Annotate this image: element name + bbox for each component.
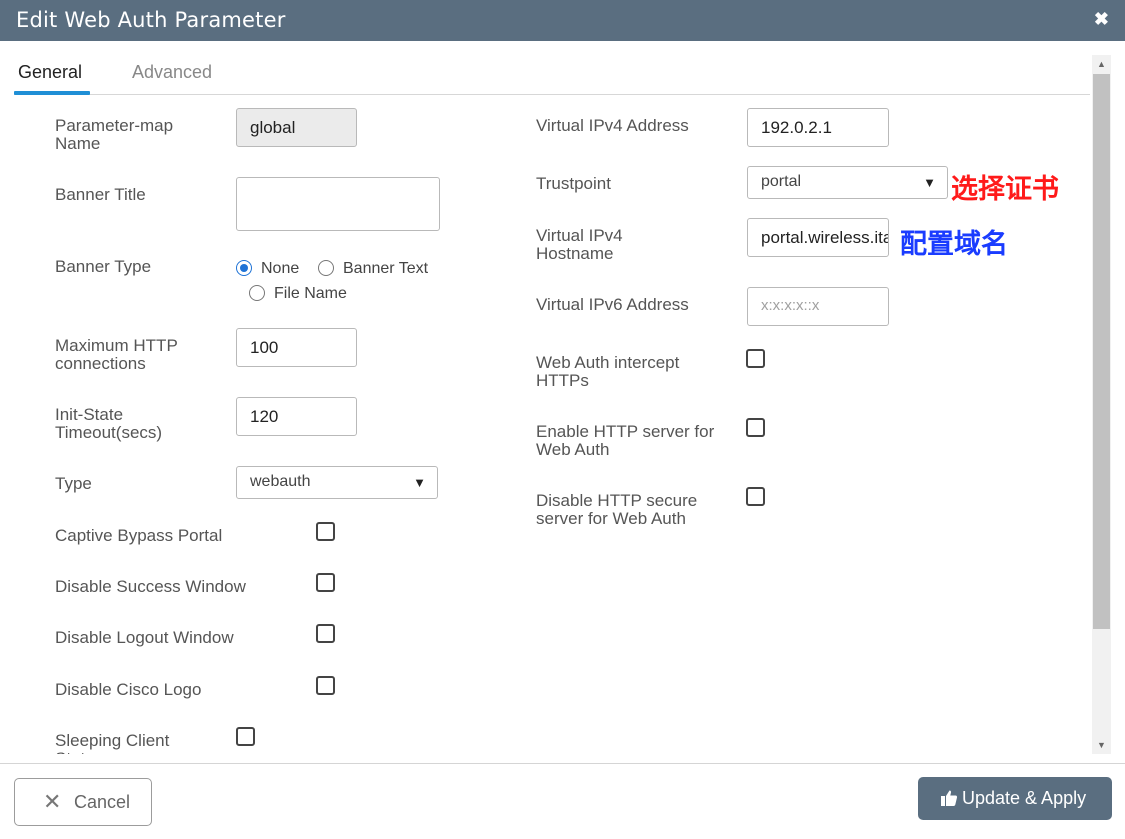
type-label: Type [55,474,92,493]
banner-type-text-label: Banner Text [343,260,429,277]
trustpoint-select-value: portal [761,173,802,190]
dialog-footer: ✕ Cancel Update & Apply [0,763,1125,839]
type-select[interactable]: webauth ▼ [236,466,438,499]
init-state-input[interactable]: 120 [236,397,357,436]
cancel-button[interactable]: ✕ Cancel [14,778,152,826]
virtual-ipv6-label: Virtual IPv6 Address [536,295,689,314]
banner-type-label: Banner Type [55,257,152,276]
banner-type-file-label: File Name [274,285,347,302]
sleeping-client-label-clip: Sleeping Client Status [55,732,215,754]
banner-title-input[interactable] [236,177,440,231]
disable-logout-checkbox[interactable] [316,624,335,643]
disable-logout-label: Disable Logout Window [55,628,234,647]
banner-type-none-label: None [261,260,300,277]
disable-success-label: Disable Success Window [55,577,246,596]
close-x-icon: ✕ [43,789,62,814]
virtual-ipv4-label: Virtual IPv4 Address [536,116,689,135]
banner-type-text-radio[interactable] [318,260,334,276]
vertical-scrollbar[interactable]: ▲ ▼ [1092,55,1111,754]
disable-cisco-logo-checkbox[interactable] [316,676,335,695]
intercept-https-checkbox[interactable] [746,349,765,368]
cancel-button-label: Cancel [74,792,131,812]
close-icon[interactable]: ✖ [1094,9,1109,30]
max-http-label: Maximum HTTP connections [55,336,178,373]
init-state-label: Init-State Timeout(secs) [55,405,163,442]
select-certificate-annotation: 选择证书 [951,174,1059,205]
thumbs-up-icon [941,790,958,806]
sleeping-client-checkbox[interactable] [236,727,255,746]
enable-http-checkbox[interactable] [746,418,765,437]
param-map-name-field: global [236,108,357,147]
scroll-up-icon[interactable]: ▲ [1092,55,1111,73]
banner-type-file-radio[interactable] [249,285,265,301]
disable-https-checkbox[interactable] [746,487,765,506]
dialog-title: Edit Web Auth Parameter [16,8,286,32]
disable-https-label: Disable HTTP secure server for Web Auth [536,491,698,528]
trustpoint-select[interactable]: portal ▼ [747,166,948,199]
virtual-ipv6-input[interactable]: x:x:x:x::x [747,287,889,326]
dialog-titlebar: Edit Web Auth Parameter ✖ [0,0,1125,41]
disable-cisco-logo-label: Disable Cisco Logo [55,680,202,699]
active-tab-indicator [14,91,90,95]
caret-down-icon: ▼ [413,475,426,490]
scroll-down-icon[interactable]: ▼ [1092,736,1111,754]
tab-advanced[interactable]: Advanced [132,62,212,83]
update-apply-label: Update & Apply [962,788,1087,808]
configure-domain-annotation: 配置域名 [900,229,1008,260]
tab-general[interactable]: General [18,62,82,83]
param-map-name-label: Parameter-map Name [55,116,174,153]
sleeping-client-label: Sleeping Client Status [55,732,170,754]
virtual-ipv4-hostname-label: Virtual IPv4 Hostname [536,226,623,263]
scroll-thumb[interactable] [1093,74,1110,629]
type-select-value: webauth [250,473,311,490]
virtual-ipv4-hostname-input[interactable]: portal.wireless.ita [747,218,889,257]
trustpoint-label: Trustpoint [536,174,611,193]
disable-success-checkbox[interactable] [316,573,335,592]
captive-bypass-label: Captive Bypass Portal [55,526,223,545]
intercept-https-label: Web Auth intercept HTTPs [536,353,680,390]
banner-title-label: Banner Title [55,185,146,204]
update-apply-button[interactable]: Update & Apply [918,777,1112,820]
captive-bypass-checkbox[interactable] [316,522,335,541]
max-http-input[interactable]: 100 [236,328,357,367]
virtual-ipv4-input[interactable]: 192.0.2.1 [747,108,889,147]
banner-type-none-radio[interactable] [236,260,252,276]
caret-down-icon: ▼ [923,175,936,190]
tab-bar: General Advanced [14,54,1090,95]
enable-http-label: Enable HTTP server for Web Auth [536,422,715,459]
